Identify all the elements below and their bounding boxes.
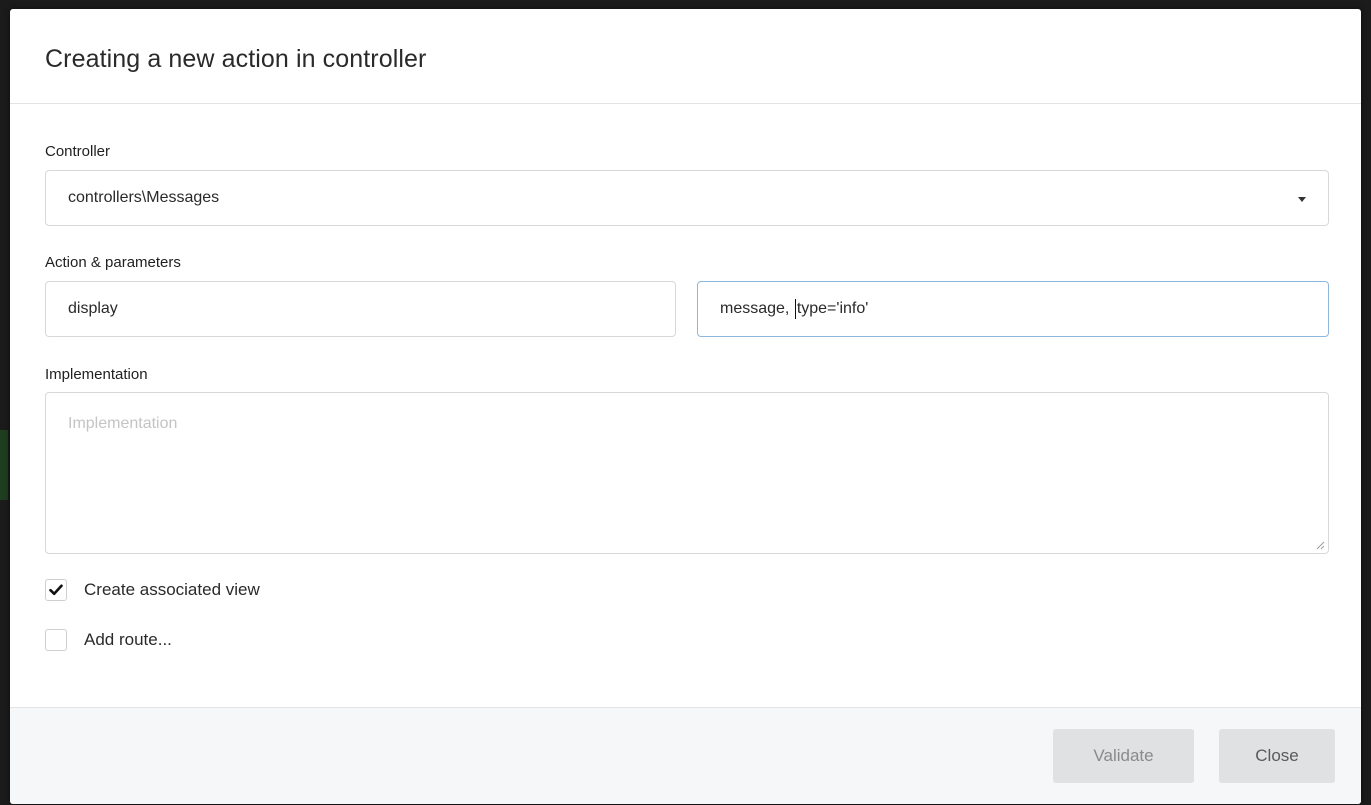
- create-view-checkbox[interactable]: [45, 579, 67, 601]
- action-name-input[interactable]: display: [45, 281, 676, 337]
- create-view-label: Create associated view: [84, 580, 260, 599]
- text-caret: [794, 299, 796, 319]
- controller-label: Controller: [45, 143, 111, 160]
- dialog-title: Creating a new action in controller: [45, 45, 427, 73]
- backdrop-edge: [0, 430, 8, 500]
- implementation-label: Implementation: [45, 366, 148, 383]
- close-button[interactable]: Close: [1219, 729, 1335, 783]
- action-parameters-input[interactable]: message, type='info': [697, 281, 1329, 337]
- implementation-textarea[interactable]: Implementation: [45, 392, 1329, 554]
- action-parameters-label: Action & parameters: [45, 254, 181, 271]
- chevron-down-icon[interactable]: [1298, 197, 1306, 202]
- add-route-checkbox[interactable]: [45, 629, 67, 651]
- add-route-option[interactable]: Add route...: [45, 629, 172, 651]
- controller-selected-value: controllers\Messages: [68, 189, 220, 206]
- dialog-body: Controller controllers\Messages Action &…: [10, 104, 1361, 707]
- dialog-footer: Validate Close: [10, 707, 1361, 804]
- add-route-label: Add route...: [84, 630, 172, 649]
- parameters-text-after-caret: type='info': [796, 300, 869, 317]
- create-action-dialog: Creating a new action in controller Cont…: [10, 9, 1361, 804]
- resize-grip-icon[interactable]: [1315, 540, 1325, 550]
- implementation-placeholder: Implementation: [68, 415, 178, 432]
- validate-button[interactable]: Validate: [1053, 729, 1194, 783]
- dialog-header: Creating a new action in controller: [10, 9, 1361, 104]
- create-view-option[interactable]: Create associated view: [45, 579, 260, 601]
- parameters-text-before-caret: message,: [720, 300, 794, 317]
- checkmark-icon: [49, 584, 63, 596]
- action-name-value: display: [68, 300, 118, 317]
- controller-select[interactable]: controllers\Messages: [45, 170, 1329, 226]
